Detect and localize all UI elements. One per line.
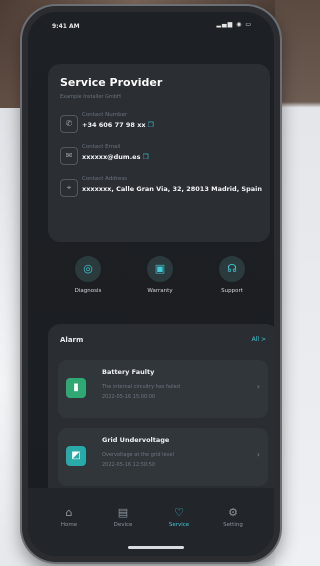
quick-actions: ◎ Diagnosis ▣ Warranty ☊ Support xyxy=(48,256,270,308)
contact-address-value: xxxxxxx, Calle Gran Via, 32, 28013 Madri… xyxy=(82,185,263,193)
contact-number-value: +34 606 77 98 xx xyxy=(82,121,146,129)
phone-icon: ✆ xyxy=(60,115,78,133)
provider-title: Service Provider xyxy=(60,76,163,89)
home-icon: ⌂ xyxy=(65,506,73,519)
alarm-title: Alarm xyxy=(60,336,84,344)
status-time: 9:41 AM xyxy=(52,23,80,30)
contact-address-label: Contact Address xyxy=(82,176,128,182)
alarm-description: Overvoltage at the grid level xyxy=(102,452,174,458)
warranty-button[interactable]: ▣ Warranty xyxy=(130,256,190,294)
copy-icon[interactable]: ❐ xyxy=(148,121,154,129)
tab-home[interactable]: ⌂ Home xyxy=(44,506,94,528)
chevron-right-icon: › xyxy=(256,450,260,459)
tab-home-label: Home xyxy=(60,522,78,528)
status-bar: 9:41 AM ▂▄▆ ◉ ▭ xyxy=(28,12,274,38)
alarm-date: 2022-05-16 15:00:00 xyxy=(102,394,156,400)
alarm-all-link[interactable]: All > xyxy=(252,336,266,343)
tab-service-label: Service xyxy=(168,522,190,528)
bottom-tab-bar: ⌂ Home ▤ Device ♡ Service ⚙ Setting xyxy=(28,488,274,556)
device-icon: ▤ xyxy=(117,506,129,519)
home-indicator xyxy=(128,546,184,549)
warranty-icon: ▣ xyxy=(147,256,173,282)
tab-setting-label: Setting xyxy=(223,522,243,528)
diagnosis-label: Diagnosis xyxy=(74,288,102,294)
status-icons: ▂▄▆ ◉ ▭ xyxy=(216,21,252,28)
chevron-right-icon: › xyxy=(256,382,260,391)
support-button[interactable]: ☊ Support xyxy=(202,256,262,294)
support-icon: ☊ xyxy=(219,256,245,282)
alarm-description: The internal circuitry has failed xyxy=(102,384,180,390)
contact-number-label: Contact Number xyxy=(82,112,128,118)
tab-service[interactable]: ♡ Service xyxy=(154,506,204,528)
location-pin-icon: ⌖ xyxy=(60,179,78,197)
diagnosis-button[interactable]: ◎ Diagnosis xyxy=(58,256,118,294)
alarm-date: 2022-05-16 12:50:50 xyxy=(102,462,156,468)
alarm-name: Battery Faulty xyxy=(102,368,155,376)
contact-email-value: xxxxxx@dum.es xyxy=(82,153,141,161)
diagnosis-icon: ◎ xyxy=(75,256,101,282)
alarm-card: Alarm All > ▮ Battery Faulty The interna… xyxy=(48,324,274,514)
alarm-name: Grid Undervoltage xyxy=(102,436,170,444)
tab-device-label: Device xyxy=(113,522,133,528)
grid-icon: ◩ xyxy=(66,446,86,466)
tab-device[interactable]: ▤ Device xyxy=(98,506,148,528)
tab-setting[interactable]: ⚙ Setting xyxy=(208,506,258,528)
service-provider-card: Service Provider Example Installer GmbH … xyxy=(48,64,270,242)
alarm-item[interactable]: ▮ Battery Faulty The internal circuitry … xyxy=(58,360,268,418)
phone-screen: 9:41 AM ▂▄▆ ◉ ▭ Service Provider Example… xyxy=(28,12,274,556)
mail-icon: ✉ xyxy=(60,147,78,165)
gear-icon: ⚙ xyxy=(228,506,238,519)
battery-icon: ▮ xyxy=(66,378,86,398)
copy-icon[interactable]: ❐ xyxy=(142,153,148,161)
support-label: Support xyxy=(221,288,243,294)
contact-email-label: Contact Email xyxy=(82,144,121,150)
provider-subtitle: Example Installer GmbH xyxy=(60,94,121,100)
service-icon: ♡ xyxy=(174,506,184,519)
phone-frame: 9:41 AM ▂▄▆ ◉ ▭ Service Provider Example… xyxy=(22,6,280,562)
warranty-label: Warranty xyxy=(147,288,173,294)
alarm-item[interactable]: ◩ Grid Undervoltage Overvoltage at the g… xyxy=(58,428,268,486)
